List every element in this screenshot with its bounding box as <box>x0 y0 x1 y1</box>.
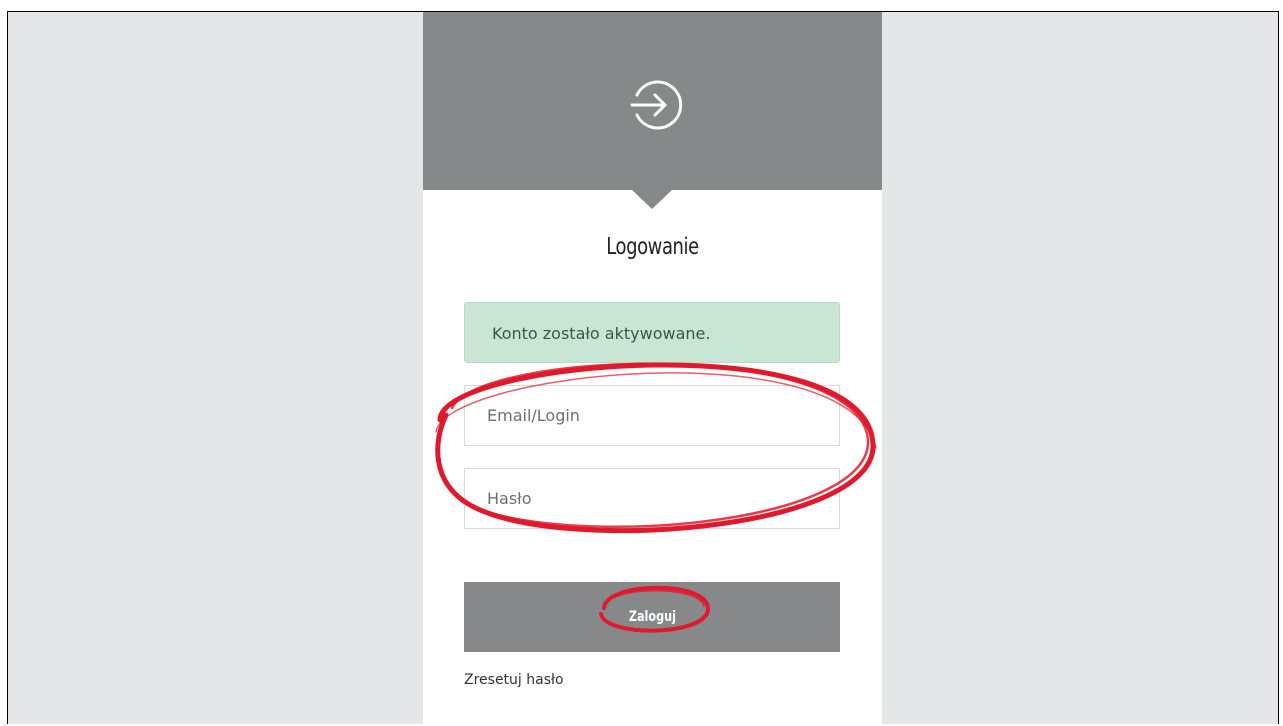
login-header <box>423 12 882 190</box>
email-login-input[interactable] <box>464 385 840 446</box>
login-button-label: Zaloguj <box>628 609 676 625</box>
header-pointer <box>632 190 672 209</box>
success-alert: Konto zostało aktywowane. <box>464 302 840 363</box>
sign-in-icon <box>630 80 683 130</box>
page-background: Logowanie Konto zostało aktywowane. Zalo… <box>7 11 1279 724</box>
login-panel: Logowanie Konto zostało aktywowane. Zalo… <box>423 12 882 724</box>
password-input[interactable] <box>464 468 840 529</box>
reset-password-link[interactable]: Zresetuj hasło <box>464 672 564 688</box>
login-button[interactable]: Zaloguj <box>464 582 840 652</box>
page-title: Logowanie <box>606 234 699 260</box>
